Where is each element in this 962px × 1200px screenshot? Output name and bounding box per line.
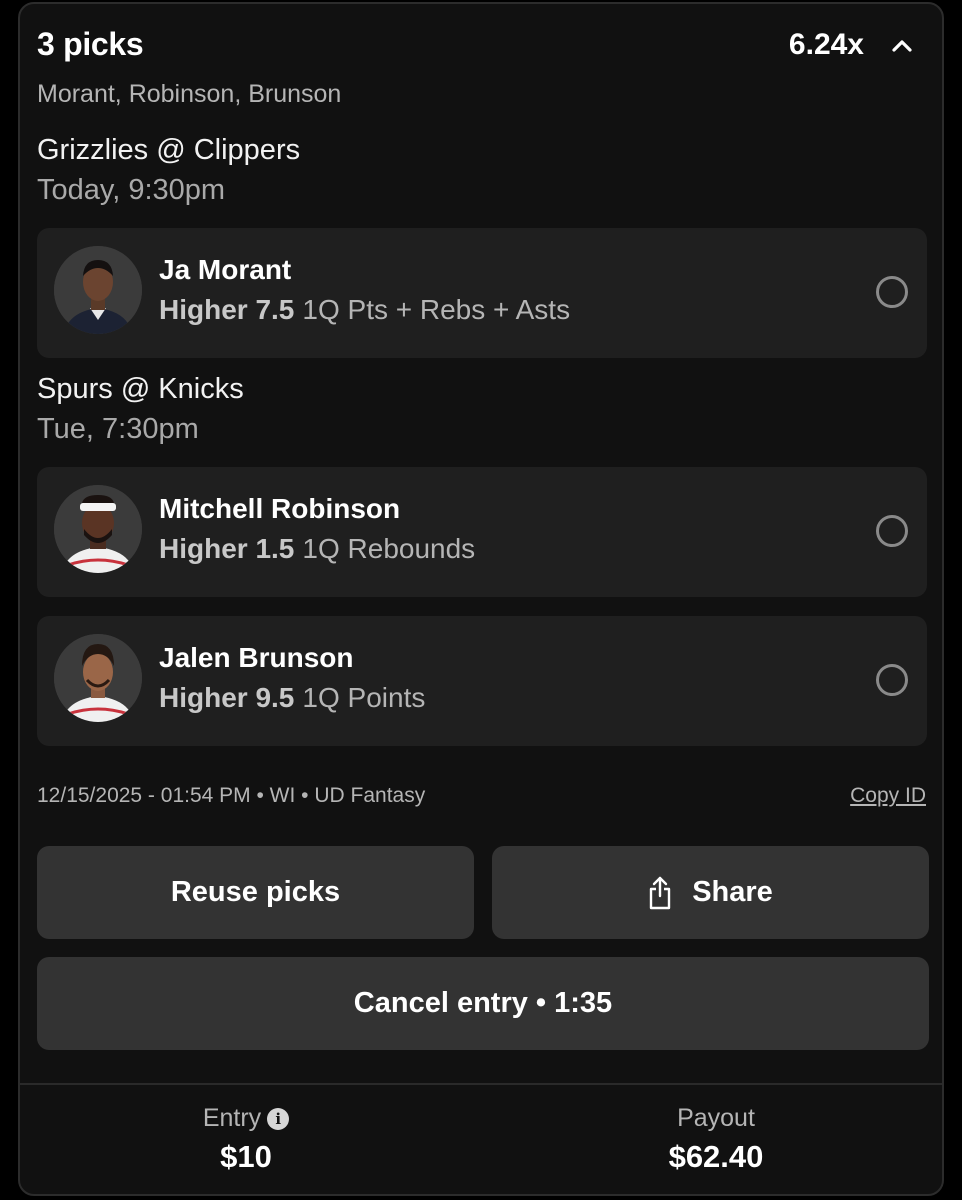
payout-multiplier: 6.24x — [788, 28, 864, 61]
payout-summary: Payout $62.40 — [490, 1104, 942, 1175]
cancel-entry-button[interactable]: Cancel entry • 1:35 — [37, 957, 929, 1050]
entry-label-row: Entry i — [20, 1104, 472, 1133]
pick-line: Higher 1.5 1Q Rebounds — [159, 533, 475, 565]
player-name: Mitchell Robinson — [159, 493, 401, 524]
info-icon[interactable]: i — [267, 1108, 290, 1130]
entry-value: $10 — [220, 1139, 272, 1174]
game-title: Spurs @ Knicks — [37, 373, 244, 405]
pick-radio[interactable] — [876, 515, 908, 547]
pick-radio[interactable] — [876, 664, 908, 696]
pick-card[interactable]: Ja Morant Higher 7.5 1Q Pts + Rebs + Asts — [37, 228, 927, 358]
pick-line: Higher 7.5 1Q Pts + Rebs + Asts — [159, 294, 570, 326]
payout-label: Payout — [677, 1104, 755, 1132]
player-name: Ja Morant — [159, 254, 292, 285]
pick-stat: 1Q Rebounds — [302, 533, 476, 564]
game-time: Today, 9:30pm — [37, 174, 226, 206]
share-button[interactable]: Share — [492, 846, 929, 939]
entry-title: 3 picks — [37, 26, 144, 62]
share-icon — [648, 876, 672, 910]
game-time: Tue, 7:30pm — [37, 413, 199, 445]
entry-card: 3 picks 6.24x Morant, Robinson, Brunson … — [18, 2, 944, 1196]
pick-direction: Higher 7.5 — [159, 294, 295, 325]
cancel-entry-label: Cancel entry • 1:35 — [353, 987, 613, 1019]
avatar — [54, 485, 142, 573]
pick-radio[interactable] — [876, 276, 908, 308]
footer-divider — [20, 1083, 942, 1085]
reuse-picks-label: Reuse picks — [170, 876, 341, 908]
payout-value: $62.40 — [668, 1139, 764, 1174]
pick-stat: 1Q Points — [302, 682, 426, 713]
entry-label: Entry — [202, 1104, 262, 1132]
entry-meta: 12/15/2025 - 01:54 PM • WI • UD Fantasy — [37, 784, 426, 807]
game-title: Grizzlies @ Clippers — [37, 134, 301, 166]
player-name: Jalen Brunson — [159, 642, 354, 673]
pick-card[interactable]: Jalen Brunson Higher 9.5 1Q Points — [37, 616, 927, 746]
avatar — [54, 634, 142, 722]
pick-direction: Higher 9.5 — [159, 682, 295, 713]
pick-line: Higher 9.5 1Q Points — [159, 682, 425, 714]
chevron-up-icon[interactable] — [888, 32, 916, 60]
copy-id-link[interactable]: Copy ID — [850, 784, 926, 808]
share-label: Share — [692, 876, 773, 908]
pick-stat: 1Q Pts + Rebs + Asts — [302, 294, 571, 325]
pick-direction: Higher 1.5 — [159, 533, 295, 564]
players-summary: Morant, Robinson, Brunson — [37, 80, 342, 108]
reuse-picks-button[interactable]: Reuse picks — [37, 846, 474, 939]
entry-summary: Entry i $10 — [20, 1104, 472, 1175]
pick-card[interactable]: Mitchell Robinson Higher 1.5 1Q Rebounds — [37, 467, 927, 597]
avatar — [54, 246, 142, 334]
